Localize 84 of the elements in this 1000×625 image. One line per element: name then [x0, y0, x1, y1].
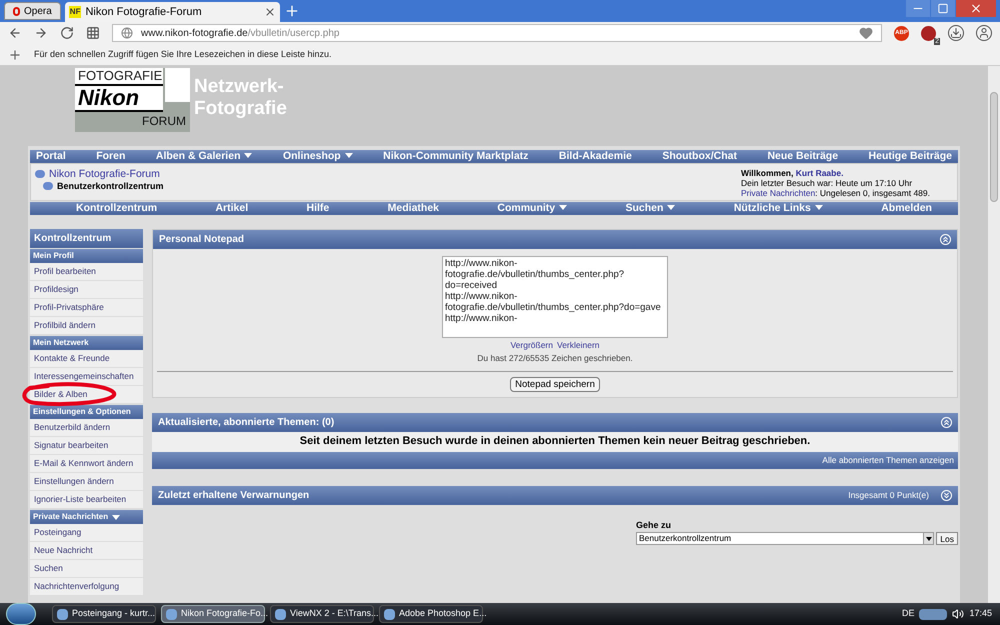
collapse-icon[interactable] [941, 490, 952, 500]
resize-link[interactable]: Vergrößern [510, 339, 553, 352]
panel-title: Personal Notepad [159, 233, 244, 247]
nav-link[interactable]: Portal [36, 148, 66, 164]
save-notepad-button[interactable]: Notepad speichern [510, 376, 600, 392]
sidebar-title: Kontrollzentrum [30, 229, 143, 248]
nav-link[interactable]: Suchen [626, 200, 676, 216]
taskbar-button[interactable]: Nikon Fotografie-Fo... [161, 605, 265, 623]
nav-link[interactable]: Nützliche Links [734, 200, 823, 216]
tab-title: Nikon Fotografie-Forum [85, 4, 203, 20]
points-total: Insgesamt 0 Punkt(e) [848, 488, 929, 502]
favicon: NF [68, 6, 82, 18]
nav-link[interactable]: Kontrollzentrum [76, 200, 158, 216]
new-tab-icon[interactable] [284, 3, 300, 19]
nav-link[interactable]: Heutige Beiträge [868, 148, 952, 164]
nav-link[interactable]: Mediathek [388, 200, 440, 216]
app-icon [384, 608, 395, 620]
sidebar-link[interactable]: Suchen [34, 562, 63, 575]
message-count-text: : Ungelesen 0, insgesamt 489. [815, 188, 930, 198]
taskbar-button[interactable]: Posteingang - kurtr... [52, 605, 156, 623]
nav-link[interactable]: Community [497, 200, 568, 216]
nav-link[interactable]: Neue Beiträge [767, 148, 838, 164]
app-icon [166, 608, 177, 620]
jump-select[interactable]: Benutzerkontrollzentrum [636, 532, 934, 545]
nav-link[interactable]: Artikel [215, 200, 248, 216]
dropdown-caret-icon [344, 153, 353, 158]
nav-link[interactable]: Abmelden [881, 200, 932, 216]
sidebar-heading[interactable]: Mein Netzwerk [30, 336, 143, 350]
sidebar-heading[interactable]: Private Nachrichten [30, 510, 143, 524]
reload-icon[interactable] [60, 26, 74, 40]
dropdown-caret-icon [814, 205, 823, 210]
nav-link[interactable]: Bild-Akademie [558, 148, 632, 164]
close-window-icon[interactable] [956, 0, 996, 17]
sidebar-heading[interactable]: Mein Profil [30, 249, 143, 263]
jump-label: Gehe zu [636, 518, 672, 532]
language-indicator[interactable]: DE [902, 607, 914, 621]
sidebar-heading[interactable]: Einstellungen & Optionen [30, 405, 143, 419]
download-icon[interactable] [948, 25, 964, 41]
resize-link[interactable]: Verkleinern [557, 339, 600, 352]
close-icon[interactable] [264, 6, 276, 18]
forward-icon[interactable] [34, 26, 48, 40]
breadcrumb-current: Benutzerkontrollzentrum [57, 180, 164, 192]
globe-icon [121, 27, 133, 39]
app-icon [57, 608, 68, 620]
back-icon[interactable] [8, 26, 22, 40]
no-posts-message: Seit deinem letzten Besuch wurde in deinen abonnierten Themen kein neuer Beitrag geschrieben. [152, 432, 958, 452]
nav-link[interactable]: Alben & Galerien [156, 148, 252, 164]
opera-menu-button[interactable]: Opera [4, 2, 61, 20]
character-count-text: Du hast 272/65535 Zeichen geschrieben. [477, 352, 633, 364]
volume-icon[interactable] [952, 608, 964, 620]
nav-link[interactable]: Foren [96, 148, 126, 164]
nav-link[interactable]: Nikon-Community Marktplatz [383, 148, 528, 164]
dropdown-caret-icon [667, 205, 676, 210]
app-icon [275, 608, 286, 620]
add-bookmark-icon[interactable] [8, 48, 22, 62]
private-messages-link[interactable]: Private Nachrichten [741, 188, 816, 198]
browser-tab[interactable]: NF Nikon Fotografie-Forum [64, 2, 280, 22]
url-text: www.nikon-fotografie.de/vbulletin/usercp.php [141, 26, 340, 40]
nav-link[interactable]: Shoutbox/Chat [662, 148, 737, 164]
bookmarks-hint: Für den schnellen Zugriff fügen Sie Ihre Lesezeichen in diese Leiste hinzu. [34, 48, 332, 61]
profile-icon[interactable] [976, 25, 992, 41]
welcome-text: Willkommen, Kurt Raabe. [741, 168, 844, 178]
panel-title: Aktualisierte, abonnierte Themen: (0) [158, 416, 334, 430]
address-field[interactable]: www.nikon-fotografie.de/vbulletin/usercp.php [112, 24, 882, 42]
dropdown-caret-icon [559, 205, 568, 210]
collapse-icon[interactable] [940, 234, 951, 245]
panel-title: Zuletzt erhaltene Verwarnungen [158, 488, 310, 502]
breadcrumb-link[interactable]: Nikon Fotografie-Forum [49, 168, 160, 180]
go-button[interactable]: Los [936, 532, 958, 545]
start-button[interactable] [6, 603, 36, 625]
collapse-icon[interactable] [941, 416, 952, 428]
show-all-link[interactable]: Alle abonnierten Themen anzeigen [822, 454, 954, 466]
clock: 17:45 [969, 607, 992, 620]
notepad-field[interactable]: http://www.nikon-fotografie.de/vbulletin/thumbs_center.php?do=received http://www.nikon-fotografie.de/vbulletin/thumbs_center.php?do=gave http://www.nikon- [442, 256, 668, 338]
nav-link[interactable]: Hilfe [306, 200, 330, 216]
maximize-icon[interactable] [931, 0, 955, 17]
heart-icon[interactable] [859, 26, 873, 40]
forum-logo: FOTOGRAFIE Nikon FORUM [75, 68, 190, 132]
last-visit-text: Dein letzter Besuch war: Heute um 17:10 Uhr [741, 178, 914, 188]
speed-dial-icon[interactable] [86, 26, 100, 40]
dropdown-caret-icon [923, 533, 934, 544]
dropdown-caret-icon [244, 153, 252, 158]
nav-link[interactable]: Onlineshop [282, 148, 353, 164]
taskbar-label: Posteingang - kurtr... [72, 607, 156, 620]
